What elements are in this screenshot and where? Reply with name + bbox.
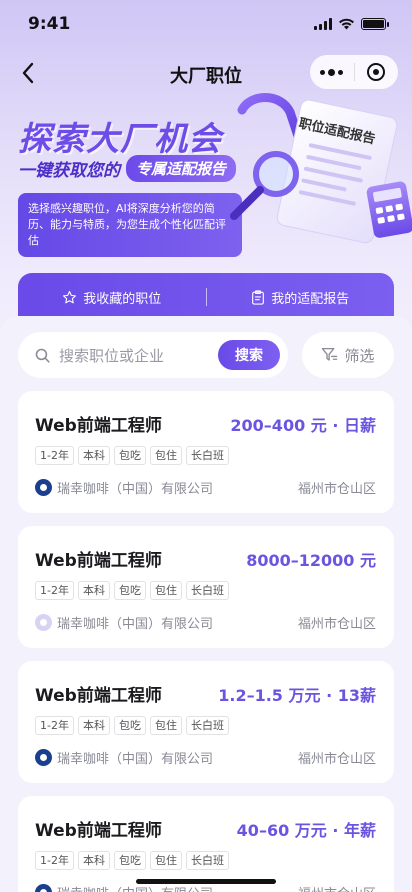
job-location: 福州市仓山区 (297, 617, 376, 632)
signal-icon (314, 18, 332, 30)
job-tag: 本科 (77, 581, 110, 600)
job-card[interactable]: Web前端工程师 1.2–1.5 万元 · 13薪 1-2年 本科 包吃 包住 … (18, 661, 394, 783)
job-tag: 包吃 (113, 581, 146, 600)
job-title: Web前端工程师 (35, 416, 162, 436)
my-favorites-button[interactable]: 我收藏的职位 (18, 288, 206, 307)
my-reports-button[interactable]: 我的适配报告 (207, 288, 395, 307)
job-title: Web前端工程师 (35, 821, 162, 841)
job-tag: 包住 (149, 581, 182, 600)
company-row: 瑞幸咖啡（中国）有限公司 (35, 613, 213, 632)
status-icons (314, 18, 389, 30)
nav-bar: 大厂职位 (0, 52, 412, 96)
job-tag: 包吃 (113, 851, 146, 870)
job-tags: 1-2年 本科 包吃 包住 长白班 (35, 716, 229, 735)
company-row: 瑞幸咖啡（中国）有限公司 (35, 478, 213, 497)
my-favorites-label: 我收藏的职位 (83, 291, 162, 307)
my-reports-label: 我的适配报告 (271, 291, 350, 307)
hero-title: 探索大厂机会 (18, 119, 222, 158)
hero-subtitle-row: 一键获取您的 专属适配报告 (18, 155, 237, 182)
job-location: 福州市仓山区 (297, 482, 376, 497)
company-name: 瑞幸咖啡（中国）有限公司 (57, 617, 214, 632)
company-logo-placeholder-icon (35, 614, 52, 631)
status-time: 9:41 (28, 14, 71, 34)
more-button[interactable] (310, 68, 354, 76)
home-indicator (136, 879, 276, 884)
company-logo-icon (35, 749, 52, 766)
job-tags: 1-2年 本科 包吃 包住 长白班 (35, 446, 229, 465)
job-tag: 包住 (149, 716, 182, 735)
job-tags: 1-2年 本科 包吃 包住 长白班 (35, 581, 229, 600)
company-name: 瑞幸咖啡（中国）有限公司 (57, 883, 213, 892)
job-tags: 1-2年 本科 包吃 包住 长白班 (35, 851, 229, 870)
job-tag: 1-2年 (35, 581, 74, 600)
job-salary: 8000–12000 元 (246, 551, 376, 570)
job-card[interactable]: Web前端工程师 40–60 万元 · 年薪 1-2年 本科 包吃 包住 长白班… (18, 796, 394, 892)
company-row: 瑞幸咖啡（中国）有限公司 (35, 748, 213, 767)
search-placeholder: 搜索职位或企业 (59, 346, 165, 365)
job-location: 福州市仓山区 (298, 883, 376, 892)
company-logo-icon (35, 884, 52, 892)
job-tag: 长白班 (185, 446, 229, 465)
job-tag: 长白班 (185, 851, 229, 870)
hero-description: 选择感兴趣职位，AI将深度分析您的简历、能力与特质，为您生成个性化匹配评估 (18, 193, 242, 257)
job-salary: 40–60 万元 · 年薪 (236, 821, 376, 840)
company-name: 瑞幸咖啡（中国）有限公司 (57, 752, 214, 767)
filter-icon (322, 347, 338, 361)
job-title: Web前端工程师 (35, 686, 162, 706)
job-tag: 包住 (149, 851, 182, 870)
hero-subtitle: 一键获取您的 (18, 161, 120, 181)
report-illustration: 职位适配报告 (230, 93, 412, 244)
battery-icon (361, 18, 389, 30)
job-salary: 200–400 元 · 日薪 (230, 416, 376, 435)
job-tag: 本科 (77, 716, 110, 735)
filter-label: 筛选 (344, 346, 375, 365)
close-mini-program-button[interactable] (355, 63, 399, 81)
job-tag: 长白班 (185, 581, 229, 600)
search-input[interactable]: 搜索职位或企业 搜索 (18, 332, 288, 378)
job-card[interactable]: Web前端工程师 8000–12000 元 1-2年 本科 包吃 包住 长白班 … (18, 526, 394, 648)
job-tag: 包吃 (113, 716, 146, 735)
quick-actions-bar: 我收藏的职位 我的适配报告 (18, 273, 394, 321)
job-tag: 1-2年 (35, 716, 74, 735)
search-icon (35, 348, 50, 363)
target-icon (367, 63, 386, 81)
search-button[interactable]: 搜索 (218, 340, 280, 370)
job-tag: 本科 (77, 851, 110, 870)
job-tag: 包吃 (113, 446, 146, 465)
filter-button[interactable]: 筛选 (302, 332, 394, 378)
star-icon (63, 290, 77, 303)
job-title: Web前端工程师 (35, 551, 162, 571)
company-logo-icon (35, 479, 52, 496)
job-card[interactable]: Web前端工程师 200–400 元 · 日薪 1-2年 本科 包吃 包住 长白… (18, 391, 394, 513)
clipboard-icon (252, 289, 265, 305)
job-tag: 本科 (77, 446, 110, 465)
company-name: 瑞幸咖啡（中国）有限公司 (57, 482, 214, 497)
job-salary: 1.2–1.5 万元 · 13薪 (218, 686, 376, 705)
status-bar: 9:41 (0, 0, 412, 48)
job-tag: 1-2年 (35, 851, 74, 870)
job-location: 福州市仓山区 (297, 752, 376, 767)
wifi-icon (339, 18, 354, 30)
job-tag: 包住 (149, 446, 182, 465)
job-tag: 长白班 (185, 716, 229, 735)
job-tag: 1-2年 (35, 446, 74, 465)
mini-program-capsule (310, 55, 398, 89)
company-row: 瑞幸咖啡（中国）有限公司 (35, 883, 213, 892)
